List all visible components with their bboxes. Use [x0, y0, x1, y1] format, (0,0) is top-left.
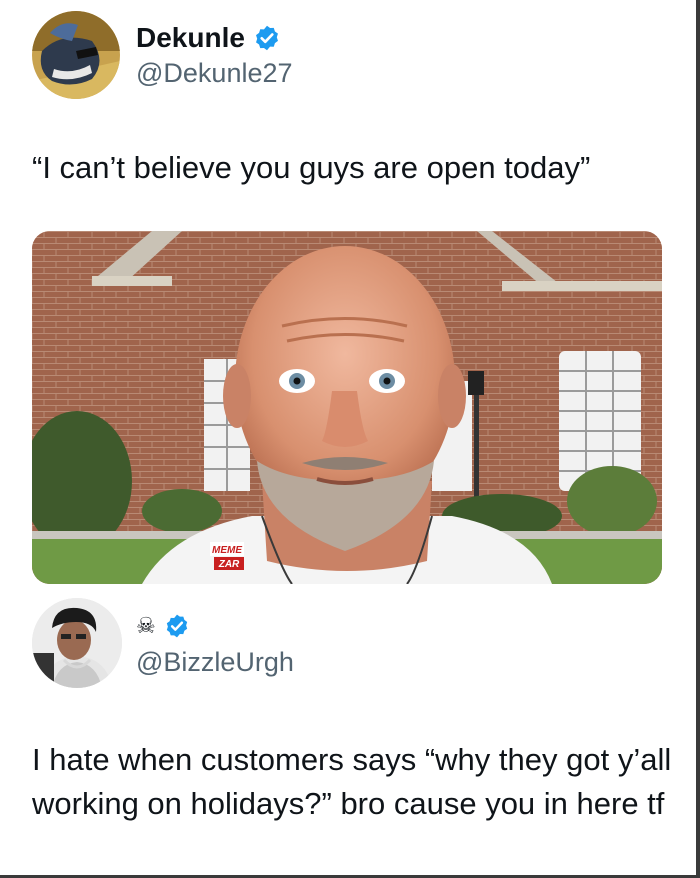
verified-badge-icon — [164, 613, 190, 639]
tweet-header: Dekunle @Dekunle27 — [32, 10, 293, 100]
author-display-name[interactable]: Dekunle — [136, 22, 245, 54]
tweet-text: “I can’t believe you guys are open today… — [32, 150, 591, 185]
author-avatar[interactable] — [32, 11, 120, 99]
reply-header: ☠ @BizzleUrgh — [32, 597, 294, 689]
tweet-media-image[interactable]: MEME ZAR — [32, 231, 662, 584]
reply-author-handle[interactable]: @BizzleUrgh — [136, 647, 294, 678]
meme-zar-watermark-icon: MEME ZAR — [210, 542, 244, 570]
verified-badge-icon — [253, 24, 281, 52]
watermark-line1: MEME — [212, 545, 242, 556]
reply-author-avatar[interactable] — [32, 598, 122, 688]
watermark-line2: ZAR — [218, 559, 240, 570]
frame-border-right — [696, 0, 700, 878]
reply-text: I hate when customers says “why they got… — [32, 742, 672, 821]
author-handle[interactable]: @Dekunle27 — [136, 58, 293, 89]
reply-author-display-name[interactable]: ☠ — [136, 613, 156, 639]
